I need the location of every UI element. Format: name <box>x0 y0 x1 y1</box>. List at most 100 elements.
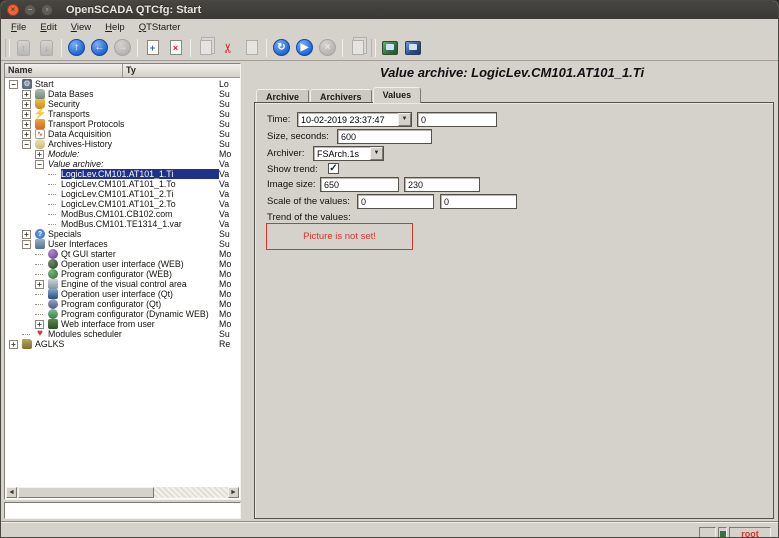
tree-item[interactable]: Program configurator (Dynamic WEB)Mo <box>5 309 240 319</box>
data-acquisition-icon: ∿ <box>35 129 45 139</box>
tree-header[interactable]: Name Ty <box>5 64 240 78</box>
tree-item[interactable]: +AGLKSRe <box>5 339 240 349</box>
status-user[interactable]: root <box>729 527 771 538</box>
tree-item[interactable]: −⚙StartLo <box>5 79 240 89</box>
toolbar-grip[interactable] <box>5 39 10 57</box>
tree-filter-input[interactable] <box>4 502 241 519</box>
tree-item[interactable]: −User InterfacesSu <box>5 239 240 249</box>
manual-button <box>346 37 369 59</box>
back-button[interactable]: ← <box>88 37 111 59</box>
tree-item-type: Mo <box>219 309 240 319</box>
title-bar[interactable]: × − ▫ OpenSCADA QTCfg: Start <box>1 1 778 19</box>
refresh-button[interactable]: ↻ <box>270 37 293 59</box>
show-trend-checkbox[interactable]: ✓ <box>328 163 339 174</box>
menu-qtstarter[interactable]: QTStarter <box>132 21 188 34</box>
tree-item[interactable]: +⚡TransportsSu <box>5 109 240 119</box>
tree-item[interactable]: LogicLev.CM101.AT101_1.ToVa <box>5 179 240 189</box>
tree-item[interactable]: −Value archive:Va <box>5 159 240 169</box>
toolbar-grip[interactable] <box>371 39 376 57</box>
scroll-right-icon[interactable]: ► <box>228 487 239 498</box>
tree-item[interactable]: Program configurator (Qt)Mo <box>5 299 240 309</box>
collapse-minus-icon[interactable]: − <box>22 240 31 249</box>
expand-plus-icon[interactable]: + <box>22 90 31 99</box>
tree-item[interactable]: Program configurator (WEB)Mo <box>5 269 240 279</box>
tree-column-type[interactable]: Ty <box>123 64 240 77</box>
tree-item[interactable]: LogicLev.CM101.AT101_2.ToVa <box>5 199 240 209</box>
size-seconds-field[interactable] <box>337 129 432 144</box>
tab-archive[interactable]: Archive <box>256 89 309 103</box>
tab-archivers[interactable]: Archivers <box>310 89 372 103</box>
tree-item[interactable]: ModBus.CM101.TE1314_1.varVa <box>5 219 240 229</box>
expand-plus-icon[interactable]: + <box>22 120 31 129</box>
tree-item-type: Su <box>219 229 240 239</box>
tree-horizontal-scrollbar[interactable]: ◄ ► <box>6 487 239 498</box>
tree-connector <box>35 274 43 275</box>
tree-item[interactable]: Qt GUI starterMo <box>5 249 240 259</box>
tree-item-label: Transport Protocols <box>48 119 240 129</box>
menu-edit[interactable]: Edit <box>33 21 63 34</box>
scroll-left-icon[interactable]: ◄ <box>6 487 17 498</box>
menu-file[interactable]: File <box>4 21 33 34</box>
main-area: Name Ty −⚙StartLo+Data BasesSu+SecurityS… <box>1 61 778 521</box>
show-trend-label: Show trend: <box>267 164 318 175</box>
chevron-down-icon[interactable]: ▼ <box>370 147 383 160</box>
tree-item[interactable]: −Archives-HistorySu <box>5 139 240 149</box>
tree-item[interactable]: +∿Data AcquisitionSu <box>5 129 240 139</box>
tree-item[interactable]: LogicLev.CM101.AT101_1.TiVa <box>5 169 240 179</box>
archives-icon <box>35 139 45 149</box>
tree-connector <box>48 214 56 215</box>
tree-item[interactable]: ModBus.CM101.CB102.comVa <box>5 209 240 219</box>
image-width-field[interactable] <box>320 177 399 192</box>
tree-column-name[interactable]: Name <box>5 64 123 77</box>
add-item-button[interactable]: + <box>141 37 164 59</box>
delete-item-button[interactable]: × <box>164 37 187 59</box>
cut-item-button[interactable]: ✂ <box>217 37 240 59</box>
image-height-field[interactable] <box>404 177 480 192</box>
web-interface-user-icon <box>48 319 58 329</box>
time-extra-field[interactable] <box>417 112 497 127</box>
tab-bar: ArchiveArchiversValues <box>256 87 422 103</box>
tab-values[interactable]: Values <box>373 87 422 103</box>
expand-plus-icon[interactable]: + <box>35 280 44 289</box>
chevron-down-icon[interactable]: ▼ <box>398 113 411 126</box>
tree-item-type: Su <box>219 239 240 249</box>
tree-item[interactable]: Operation user interface (Qt)Mo <box>5 289 240 299</box>
tree-item[interactable]: +?SpecialsSu <box>5 229 240 239</box>
collapse-minus-icon[interactable]: − <box>35 160 44 169</box>
qtstarter-configurator-button[interactable] <box>401 37 424 59</box>
expand-plus-icon[interactable]: + <box>22 110 31 119</box>
scale-min-field[interactable] <box>357 194 434 209</box>
tree-item-label: Transports <box>48 109 240 119</box>
load-from-db-button: ↑ <box>12 37 35 59</box>
expand-plus-icon[interactable]: + <box>9 340 18 349</box>
maximize-button[interactable]: ▫ <box>41 4 53 16</box>
tree-item[interactable]: +Transport ProtocolsSu <box>5 119 240 129</box>
close-button[interactable]: × <box>7 4 19 16</box>
scale-max-field[interactable] <box>440 194 517 209</box>
scrollbar-thumb[interactable] <box>18 487 154 498</box>
tree-item-type: Re <box>219 339 240 349</box>
tree-item[interactable]: +Data BasesSu <box>5 89 240 99</box>
time-dropdown[interactable]: 10-02-2019 23:37:47 ▼ <box>297 112 412 127</box>
minimize-button[interactable]: − <box>24 4 36 16</box>
menu-view[interactable]: View <box>64 21 98 34</box>
archiver-dropdown[interactable]: FSArch.1s ▼ <box>313 146 384 161</box>
play-icon: ▶ <box>296 39 313 56</box>
size-seconds-label: Size, seconds: <box>267 131 329 142</box>
tree-item[interactable]: +Module:Mo <box>5 149 240 159</box>
qtstarter-operation-ui-button[interactable] <box>378 37 401 59</box>
expand-plus-icon[interactable]: + <box>22 100 31 109</box>
tree-item[interactable]: ♥Modules schedulerSu <box>5 329 240 339</box>
collapse-minus-icon[interactable]: − <box>22 140 31 149</box>
expand-plus-icon[interactable]: + <box>22 230 31 239</box>
expand-plus-icon[interactable]: + <box>35 150 44 159</box>
menu-help[interactable]: Help <box>98 21 132 34</box>
up-level-button[interactable]: ↑ <box>65 37 88 59</box>
tree-item[interactable]: +Engine of the visual control areaMo <box>5 279 240 289</box>
tree-item[interactable]: LogicLev.CM101.AT101_2.TiVa <box>5 189 240 199</box>
start-periodic-update-button[interactable]: ▶ <box>293 37 316 59</box>
operation-ui-web-icon <box>48 259 58 269</box>
collapse-minus-icon[interactable]: − <box>9 80 18 89</box>
expand-plus-icon[interactable]: + <box>22 130 31 139</box>
tree-item[interactable]: Operation user interface (WEB)Mo <box>5 259 240 269</box>
